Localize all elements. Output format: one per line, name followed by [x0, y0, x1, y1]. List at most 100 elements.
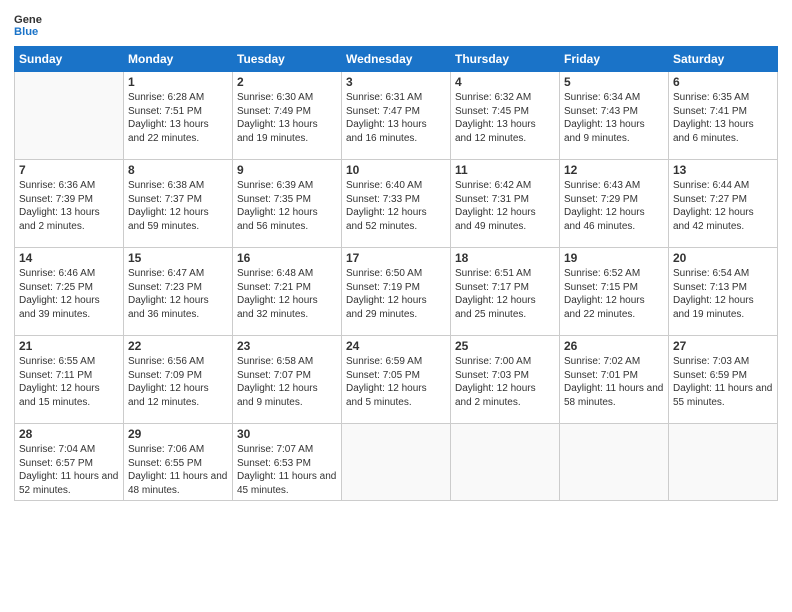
sunrise-text: Sunrise: 7:04 AM [19, 444, 95, 455]
week-row-5: 28Sunrise: 7:04 AMSunset: 6:57 PMDayligh… [15, 424, 778, 501]
sunset-text: Sunset: 7:37 PM [128, 194, 202, 205]
day-number: 1 [128, 75, 228, 89]
sun-info: Sunrise: 6:55 AMSunset: 7:11 PMDaylight:… [19, 355, 119, 409]
week-row-2: 7Sunrise: 6:36 AMSunset: 7:39 PMDaylight… [15, 160, 778, 248]
day-number: 20 [673, 251, 773, 265]
sunset-text: Sunset: 7:51 PM [128, 106, 202, 117]
day-number: 6 [673, 75, 773, 89]
sunset-text: Sunset: 7:21 PM [237, 282, 311, 293]
daylight-text: Daylight: 13 hours and 6 minutes. [673, 119, 754, 144]
calendar-cell: 7Sunrise: 6:36 AMSunset: 7:39 PMDaylight… [15, 160, 124, 248]
sunrise-text: Sunrise: 6:42 AM [455, 180, 531, 191]
calendar-cell [451, 424, 560, 501]
sunrise-text: Sunrise: 6:55 AM [19, 356, 95, 367]
sunrise-text: Sunrise: 6:38 AM [128, 180, 204, 191]
sun-info: Sunrise: 6:34 AMSunset: 7:43 PMDaylight:… [564, 91, 664, 145]
calendar-cell: 25Sunrise: 7:00 AMSunset: 7:03 PMDayligh… [451, 336, 560, 424]
sunset-text: Sunset: 6:59 PM [673, 370, 747, 381]
sun-info: Sunrise: 7:03 AMSunset: 6:59 PMDaylight:… [673, 355, 773, 409]
calendar-cell [560, 424, 669, 501]
weekday-friday: Friday [560, 47, 669, 72]
calendar-cell: 30 Sunrise: 7:07 AMSunset: 6:53 PMDayligh… [233, 424, 342, 501]
sun-info: Sunrise: 7:07 AMSunset: 6:53 PMDaylight:… [237, 443, 337, 497]
daylight-text: Daylight: 12 hours and 49 minutes. [455, 207, 536, 232]
daylight-text: Daylight: 12 hours and 39 minutes. [19, 295, 100, 320]
calendar-cell [15, 72, 124, 160]
sunrise-text: Sunrise: 6:58 AM [237, 356, 313, 367]
sunset-text: Sunset: 7:45 PM [455, 106, 529, 117]
sun-info: Sunrise: 7:06 AMSunset: 6:55 PMDaylight:… [128, 443, 228, 497]
calendar-cell: 11 Sunrise: 6:42 AM Sunset: 7:31 PM Dayligh… [451, 160, 560, 248]
daylight-text: Daylight: 12 hours and 5 minutes. [346, 383, 427, 408]
logo-icon: General Blue [14, 10, 42, 38]
daylight-text: Daylight: 12 hours and 46 minutes. [564, 207, 645, 232]
day-number: 29 [128, 427, 228, 441]
daylight-text: Daylight: 11 hours and 58 minutes. [564, 383, 663, 408]
sunrise-text: Sunrise: 6:40 AM [346, 180, 422, 191]
day-number: 23 [237, 339, 337, 353]
daylight-text: Daylight: 13 hours and 12 minutes. [455, 119, 536, 144]
sunrise-text: Sunrise: 6:35 AM [673, 92, 749, 103]
daylight-text: Daylight: 13 hours and 9 minutes. [564, 119, 645, 144]
day-number: 14 [19, 251, 119, 265]
daylight-text: Daylight: 12 hours and 2 minutes. [455, 383, 536, 408]
day-number: 19 [564, 251, 664, 265]
sunset-text: Sunset: 7:09 PM [128, 370, 202, 381]
day-number: 12 [564, 163, 664, 177]
calendar-cell [342, 424, 451, 501]
sun-info: Sunrise: 6:51 AMSunset: 7:17 PMDaylight:… [455, 267, 555, 321]
sunrise-text: Sunrise: 6:28 AM [128, 92, 204, 103]
calendar-cell: 15 Sunrise: 6:47 AMSunset: 7:23 PMDayligh… [124, 248, 233, 336]
sunset-text: Sunset: 7:05 PM [346, 370, 420, 381]
sunset-text: Sunset: 7:43 PM [564, 106, 638, 117]
day-number: 27 [673, 339, 773, 353]
sunrise-text: Sunrise: 7:06 AM [128, 444, 204, 455]
header: General Blue [14, 10, 778, 38]
weekday-monday: Monday [124, 47, 233, 72]
day-number: 11 [455, 163, 555, 177]
sunrise-text: Sunrise: 6:47 AM [128, 268, 204, 279]
sunrise-text: Sunrise: 6:51 AM [455, 268, 531, 279]
sun-info: Sunrise: 6:52 AMSunset: 7:15 PMDaylight:… [564, 267, 664, 321]
sunrise-text: Sunrise: 6:43 AM [564, 180, 640, 191]
calendar-cell: 22Sunrise: 6:56 AMSunset: 7:09 PMDayligh… [124, 336, 233, 424]
day-number: 22 [128, 339, 228, 353]
daylight-text: Daylight: 12 hours and 32 minutes. [237, 295, 318, 320]
sunrise-text: Sunrise: 6:39 AM [237, 180, 313, 191]
svg-text:Blue: Blue [14, 26, 38, 38]
calendar-cell: 17Sunrise: 6:50 AMSunset: 7:19 PMDayligh… [342, 248, 451, 336]
day-number: 15 [128, 251, 228, 265]
day-number: 24 [346, 339, 446, 353]
page: General Blue SundayMondayTuesdayWednesda… [0, 0, 792, 612]
sunrise-text: Sunrise: 6:48 AM [237, 268, 313, 279]
sunset-text: Sunset: 7:31 PM [455, 194, 529, 205]
sun-info: Sunrise: 7:02 AMSunset: 7:01 PMDaylight:… [564, 355, 664, 409]
sunrise-text: Sunrise: 6:30 AM [237, 92, 313, 103]
calendar-cell: 28Sunrise: 7:04 AMSunset: 6:57 PMDayligh… [15, 424, 124, 501]
daylight-text: Daylight: 12 hours and 25 minutes. [455, 295, 536, 320]
sun-info: Sunrise: 6:31 AMSunset: 7:47 PMDaylight:… [346, 91, 446, 145]
day-number: 7 [19, 163, 119, 177]
daylight-text: Daylight: 12 hours and 52 minutes. [346, 207, 427, 232]
calendar-cell: 24 Sunrise: 6:59 AM Sunset: 7:05 PM Dayligh… [342, 336, 451, 424]
daylight-text: Daylight: 12 hours and 22 minutes. [564, 295, 645, 320]
logo: General Blue [14, 10, 48, 38]
day-number: 28 [19, 427, 119, 441]
calendar-cell: 29Sunrise: 7:06 AMSunset: 6:55 PMDayligh… [124, 424, 233, 501]
sunset-text: Sunset: 7:19 PM [346, 282, 420, 293]
sunset-text: Sunset: 6:55 PM [128, 458, 202, 469]
calendar-cell: 21Sunrise: 6:55 AMSunset: 7:11 PMDayligh… [15, 336, 124, 424]
calendar-cell: 5Sunrise: 6:34 AMSunset: 7:43 PMDaylight… [560, 72, 669, 160]
day-number: 30 [237, 427, 337, 441]
calendar-cell: 18Sunrise: 6:51 AMSunset: 7:17 PMDayligh… [451, 248, 560, 336]
sun-info: Sunrise: 6:46 AMSunset: 7:25 PMDaylight:… [19, 267, 119, 321]
weekday-saturday: Saturday [669, 47, 778, 72]
sunrise-text: Sunrise: 6:50 AM [346, 268, 422, 279]
sunrise-text: Sunrise: 6:59 AM [346, 356, 422, 367]
sun-info: Sunrise: 6:47 AMSunset: 7:23 PMDaylight:… [128, 267, 228, 321]
sunset-text: Sunset: 7:27 PM [673, 194, 747, 205]
week-row-4: 21Sunrise: 6:55 AMSunset: 7:11 PMDayligh… [15, 336, 778, 424]
calendar-cell: 9Sunrise: 6:39 AMSunset: 7:35 PMDaylight… [233, 160, 342, 248]
sun-info: Sunrise: 6:48 AM Sunset: 7:21 PM Daylight:… [237, 267, 337, 321]
sun-info: Sunrise: 6:40 AMSunset: 7:33 PMDaylight:… [346, 179, 446, 233]
